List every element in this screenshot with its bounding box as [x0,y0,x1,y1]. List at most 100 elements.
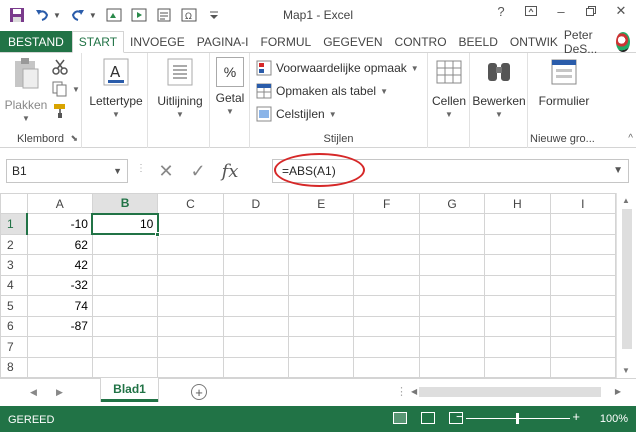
zoom-slider[interactable]: − + [456,409,580,425]
column-header[interactable]: G [418,192,486,215]
name-box[interactable]: B1 ▼ [6,159,128,183]
select-all-corner[interactable] [0,192,28,215]
cell-D5[interactable] [222,295,290,317]
cell-B7[interactable] [91,336,159,358]
format-painter-button[interactable] [52,103,72,119]
number-button[interactable]: % Getal ▼ [213,57,247,116]
cell-B6[interactable] [91,315,159,338]
cells-button[interactable]: Cellen ▼ [430,57,468,119]
row-header[interactable]: 4 [0,274,28,297]
zoom-in-button[interactable]: + [572,409,580,424]
cell-H3[interactable] [484,254,551,276]
cell-H7[interactable] [484,336,551,358]
scroll-left-icon[interactable]: ◀ [411,387,417,396]
close-icon[interactable]: ✕ [606,0,636,22]
cell-D2[interactable] [222,233,290,256]
cell-E4[interactable] [288,274,355,297]
vertical-scrollbar[interactable]: ▲ ▼ [616,193,636,378]
page-layout-view-icon[interactable] [421,412,435,424]
tab-insert[interactable]: INVOEGE [124,31,191,52]
restore-icon[interactable] [576,0,606,22]
cell-D6[interactable] [222,315,290,338]
zoom-thumb[interactable] [516,413,519,424]
cell-I3[interactable] [549,254,617,276]
cell-D4[interactable] [222,274,290,297]
tab-formulas[interactable]: FORMUL [255,31,318,52]
font-button[interactable]: A Lettertype ▼ [88,57,144,119]
scrollbar-thumb[interactable] [622,209,632,349]
cell-A5[interactable]: 74 [26,295,93,317]
sheet-tab[interactable]: Blad1 [101,378,158,402]
cell-G1[interactable] [418,213,486,235]
cell-D7[interactable] [222,336,290,358]
column-header[interactable]: B [91,192,159,215]
row-header[interactable]: 7 [0,336,28,358]
insert-function-button[interactable]: fx [214,161,246,182]
cell-A4[interactable]: -32 [26,274,93,297]
user-account[interactable]: Peter DeS... [564,28,636,56]
column-header[interactable]: A [26,192,93,215]
cell-E2[interactable] [288,233,355,256]
row-header[interactable]: 3 [0,254,28,276]
column-header[interactable]: F [353,192,420,215]
copy-button[interactable]: ▼ [52,81,80,97]
column-header[interactable]: H [484,192,551,215]
cell-G5[interactable] [418,295,486,317]
row-header[interactable]: 5 [0,295,28,317]
cell-A6[interactable]: -87 [26,315,93,338]
row-header[interactable]: 8 [0,356,28,378]
cell-H1[interactable] [484,213,551,235]
cell-C7[interactable] [157,336,224,358]
cell-G6[interactable] [418,315,486,338]
cell-B1[interactable]: 10 [91,212,161,237]
cell-B3[interactable] [91,254,159,276]
cell-E1[interactable] [288,213,355,235]
cell-B5[interactable] [91,295,159,317]
tab-review[interactable]: CONTRO [389,31,453,52]
paste-button[interactable]: Plakken ▼ [4,57,48,123]
scroll-down-icon[interactable]: ▼ [622,366,630,375]
scrollbar-thumb[interactable] [419,387,601,397]
cell-G3[interactable] [418,254,486,276]
ribbon-display-icon[interactable] [516,0,546,22]
next-sheet-icon[interactable]: ▶ [56,387,63,398]
tab-start[interactable]: START [71,31,125,53]
cell-C6[interactable] [157,315,224,338]
add-sheet-button[interactable]: + [191,384,207,400]
cell-I8[interactable] [549,356,617,378]
previous-sheet-icon[interactable]: ◀ [30,387,37,398]
cell-C3[interactable] [157,254,224,276]
row-header[interactable]: 6 [0,315,28,338]
cell-I2[interactable] [549,233,617,256]
tab-view[interactable]: BEELD [453,31,504,52]
collapse-ribbon-icon[interactable]: ^ [628,133,633,144]
cell-F4[interactable] [353,274,420,297]
fill-handle[interactable] [155,231,161,237]
cell-F5[interactable] [353,295,420,317]
cell-C1[interactable] [157,213,224,235]
editing-button[interactable]: Bewerken ▼ [472,57,526,119]
cell-E7[interactable] [288,336,355,358]
cell-G4[interactable] [418,274,486,297]
cell-C4[interactable] [157,274,224,297]
cell-F2[interactable] [353,233,420,256]
cell-G7[interactable] [418,336,486,358]
cell-A3[interactable]: 42 [26,254,93,276]
conditional-formatting-button[interactable]: Voorwaardelijke opmaak ▼ [256,60,419,76]
cell-H2[interactable] [484,233,551,256]
cell-B4[interactable] [91,274,159,297]
cut-button[interactable] [52,59,72,75]
cell-A8[interactable] [26,356,93,378]
cell-D1[interactable] [222,213,290,235]
normal-view-icon[interactable] [393,412,407,424]
scroll-right-icon[interactable]: ▶ [615,387,621,396]
zoom-out-button[interactable]: − [456,409,464,424]
formula-input[interactable]: =ABS(A1) ▼ [272,159,629,183]
cell-I1[interactable] [549,213,617,235]
cell-styles-button[interactable]: Celstijlen ▼ [256,106,337,122]
form-button[interactable]: Formulier [532,57,596,108]
minimize-icon[interactable]: – [546,0,576,22]
row-header[interactable]: 2 [0,233,28,256]
cell-F8[interactable] [353,356,420,378]
column-header[interactable]: D [222,192,290,215]
